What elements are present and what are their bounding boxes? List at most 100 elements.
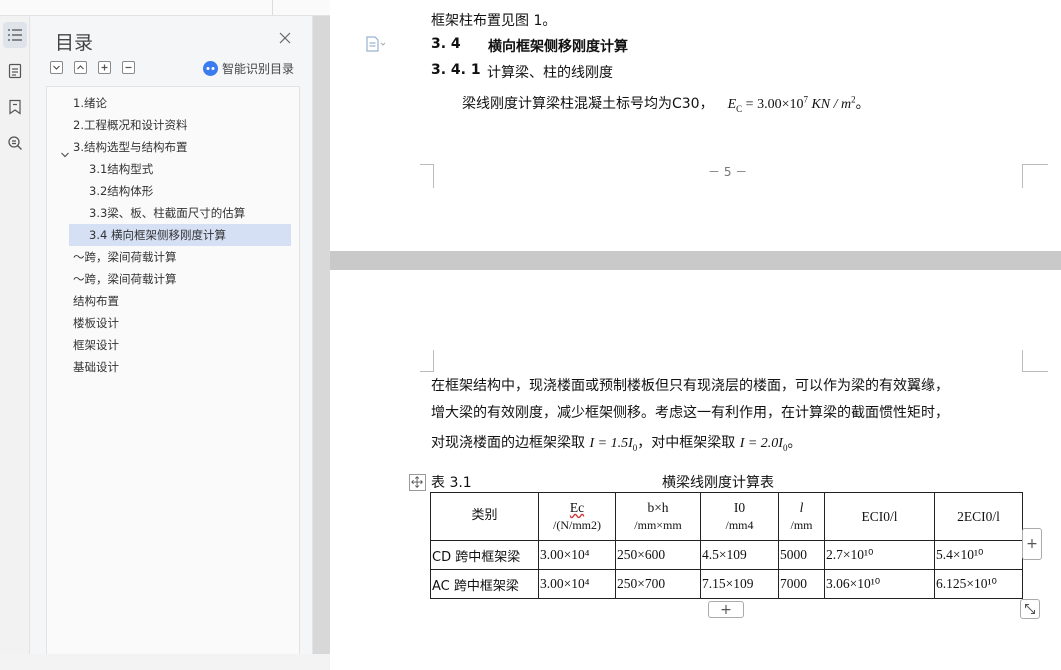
toc-item[interactable]: 3.3梁、板、柱截面尺寸的估算 bbox=[89, 202, 245, 224]
close-icon[interactable] bbox=[277, 30, 293, 46]
find-replace-icon[interactable] bbox=[3, 130, 27, 156]
paragraph-text: 对现浇楼面的边框架梁取 bbox=[431, 435, 590, 451]
toc-item[interactable]: ～跨，梁间荷载计算 bbox=[73, 246, 177, 268]
table-header-cell[interactable]: Ec /(N/mm2) bbox=[538, 492, 616, 541]
toc-list: 1.绪论 2.工程概况和设计资料 3.结构选型与结构布置 3.1结构型式 3.2… bbox=[46, 86, 300, 654]
table-cell[interactable]: 5.4×10¹⁰ bbox=[934, 540, 1023, 570]
body-text-label: 梁线刚度计算梁柱混凝土标号均为C30， bbox=[462, 96, 714, 112]
toc-item[interactable]: 2.工程概况和设计资料 bbox=[73, 114, 187, 136]
add-column-button[interactable]: + bbox=[1022, 528, 1042, 560]
header-line: /mm4 bbox=[725, 518, 754, 533]
body-text: 梁线刚度计算梁柱混凝土标号均为C30， EC = 3.00×107 KN / m2… bbox=[462, 93, 870, 113]
header-line: /mm×mm bbox=[634, 518, 682, 533]
table-header-cell[interactable]: 2ECI0/l bbox=[934, 492, 1023, 541]
formula-unit: KN / m bbox=[807, 97, 852, 112]
header-line: ECI0/l bbox=[861, 508, 898, 524]
table-header-cell[interactable]: I0/mm4 bbox=[700, 492, 779, 541]
table-row: AC 跨中框架梁 3.00×10⁴ 250×700 7.15×109 7000 … bbox=[430, 569, 1023, 599]
header-line: /mm bbox=[790, 518, 813, 533]
toc-item[interactable]: 楼板设计 bbox=[73, 312, 119, 334]
beam-stiffness-table[interactable]: 类别 Ec /(N/mm2) b×h/mm×mm I0/mm4 l/mm ECI0… bbox=[430, 492, 1023, 599]
table-cell[interactable]: 250×600 bbox=[615, 540, 701, 570]
formula-edge-beam: I = 1.5I0 bbox=[589, 436, 637, 453]
formula-text: I = 2.0I bbox=[739, 436, 783, 451]
table-cell[interactable]: 250×700 bbox=[615, 569, 701, 599]
table-header-row: 类别 Ec /(N/mm2) b×h/mm×mm I0/mm4 l/mm ECI0… bbox=[430, 492, 1023, 541]
page-number: － 5 － bbox=[708, 165, 748, 179]
header-line: 类别 bbox=[471, 508, 498, 524]
toolbar-separator bbox=[272, 0, 273, 15]
paragraph-line-2: 增大梁的有效刚度，减少框架侧移。考虑这一有利作用，在计算梁的截面惯性矩时， bbox=[431, 405, 949, 421]
left-icon-rail bbox=[0, 16, 30, 654]
document-canvas[interactable]: 框架柱布置见图 1。 3. 4 横向框架侧移刚度计算 3. 4. 1 计算梁、柱… bbox=[313, 0, 1061, 670]
header-line: I0 bbox=[733, 499, 746, 515]
toc-item[interactable]: 1.绪论 bbox=[73, 92, 107, 114]
toc-title: 目录 bbox=[55, 32, 94, 54]
table-header-cell[interactable]: l/mm bbox=[778, 492, 825, 541]
add-item-icon[interactable] bbox=[98, 61, 111, 74]
formula-eq: = 3.00×10 bbox=[742, 97, 804, 112]
collapse-all-icon[interactable] bbox=[50, 61, 63, 74]
table-cell[interactable]: AC 跨中框架梁 bbox=[430, 569, 539, 599]
paragraph-line-1: 在框架结构中，现浇楼面或预制楼板但只有现浇层的楼面，可以作为梁的有效翼缘， bbox=[431, 378, 949, 394]
toc-item-selected[interactable]: 3.4 横向框架侧移刚度计算 bbox=[69, 224, 291, 246]
expand-all-icon[interactable] bbox=[74, 61, 87, 74]
bookmark-icon[interactable] bbox=[3, 94, 27, 120]
canvas-left-edge bbox=[313, 16, 330, 654]
crop-mark bbox=[420, 350, 434, 372]
table-cell[interactable]: 5000 bbox=[778, 540, 825, 570]
header-line: b×h bbox=[647, 499, 669, 515]
toc-item[interactable]: 框架设计 bbox=[73, 334, 119, 356]
crop-mark bbox=[1022, 350, 1048, 372]
table-cell[interactable]: 7.15×109 bbox=[700, 569, 779, 599]
header-line: Ec bbox=[569, 499, 585, 515]
chevron-down-icon[interactable] bbox=[60, 145, 70, 158]
table-cell[interactable]: 4.5×109 bbox=[700, 540, 779, 570]
toc-item[interactable]: 结构布置 bbox=[73, 290, 119, 312]
add-row-button[interactable]: + bbox=[708, 601, 744, 618]
smart-recognize-toc-button[interactable]: 智能识别目录 bbox=[203, 60, 294, 77]
paragraph-marker-icon[interactable] bbox=[365, 35, 387, 53]
document-icon[interactable] bbox=[3, 58, 27, 84]
crop-mark bbox=[1022, 164, 1048, 188]
toc-item[interactable]: 3.2结构体形 bbox=[89, 180, 153, 202]
table-cell[interactable]: 6.125×10¹⁰ bbox=[934, 569, 1023, 599]
table-name: 横梁线刚度计算表 bbox=[662, 475, 774, 491]
table-header-cell[interactable]: ECI0/l bbox=[824, 492, 935, 541]
smart-recognize-label: 智能识别目录 bbox=[222, 62, 295, 76]
table-resize-icon[interactable] bbox=[1020, 599, 1040, 619]
toc-item[interactable]: 基础设计 bbox=[73, 356, 119, 378]
paragraph-text: ，对中框架梁取 bbox=[637, 435, 740, 451]
ai-assistant-icon bbox=[203, 61, 218, 76]
subsection-title: 计算梁、柱的线刚度 bbox=[487, 65, 613, 81]
crop-mark bbox=[420, 164, 434, 188]
section-number: 3. 4 bbox=[431, 36, 461, 52]
page-5: 框架柱布置见图 1。 3. 4 横向框架侧移刚度计算 3. 4. 1 计算梁、柱… bbox=[330, 0, 1061, 251]
table-cell[interactable]: 3.00×10⁴ bbox=[538, 540, 616, 570]
header-line: l bbox=[799, 499, 804, 515]
formula-base: E bbox=[727, 97, 737, 112]
toc-item[interactable]: 3.1结构型式 bbox=[89, 158, 153, 180]
section-title: 横向框架侧移刚度计算 bbox=[488, 39, 628, 55]
remove-item-icon[interactable] bbox=[122, 61, 135, 74]
toc-list-icon[interactable] bbox=[3, 22, 27, 48]
table-cell[interactable]: 3.00×10⁴ bbox=[538, 569, 616, 599]
toc-panel: 目录 智能识别目录 1.绪论 2.工程概况和设计资料 3.结构选型与结构布置 3… bbox=[31, 16, 313, 654]
table-move-handle-icon[interactable] bbox=[409, 474, 426, 491]
table-label: 表 3.1 bbox=[431, 475, 472, 491]
table-header-cell[interactable]: 类别 bbox=[430, 492, 539, 541]
toc-item[interactable]: 3.结构选型与结构布置 bbox=[73, 136, 187, 158]
table-cell[interactable]: 7000 bbox=[778, 569, 825, 599]
page-6: 在框架结构中，现浇楼面或预制楼板但只有现浇层的楼面，可以作为梁的有效翼缘， 增大… bbox=[330, 270, 1061, 670]
toc-item[interactable]: ～跨，梁间荷载计算 bbox=[73, 268, 177, 290]
table-cell[interactable]: CD 跨中框架梁 bbox=[430, 540, 539, 570]
table-caption: 表 3.1 横梁线刚度计算表 bbox=[431, 472, 774, 492]
table-cell[interactable]: 2.7×10¹⁰ bbox=[824, 540, 935, 570]
table-header-cell[interactable]: b×h/mm×mm bbox=[615, 492, 701, 541]
formula-text: I = 1.5I bbox=[589, 436, 633, 451]
cut-off-line: 框架柱布置见图 1。 bbox=[431, 13, 557, 28]
subsection-number: 3. 4. 1 bbox=[431, 62, 481, 78]
formula-mid-beam: I = 2.0I0 bbox=[739, 436, 788, 453]
table-cell[interactable]: 3.06×10¹⁰ bbox=[824, 569, 935, 599]
header-line: 2ECI0/l bbox=[957, 508, 1000, 524]
